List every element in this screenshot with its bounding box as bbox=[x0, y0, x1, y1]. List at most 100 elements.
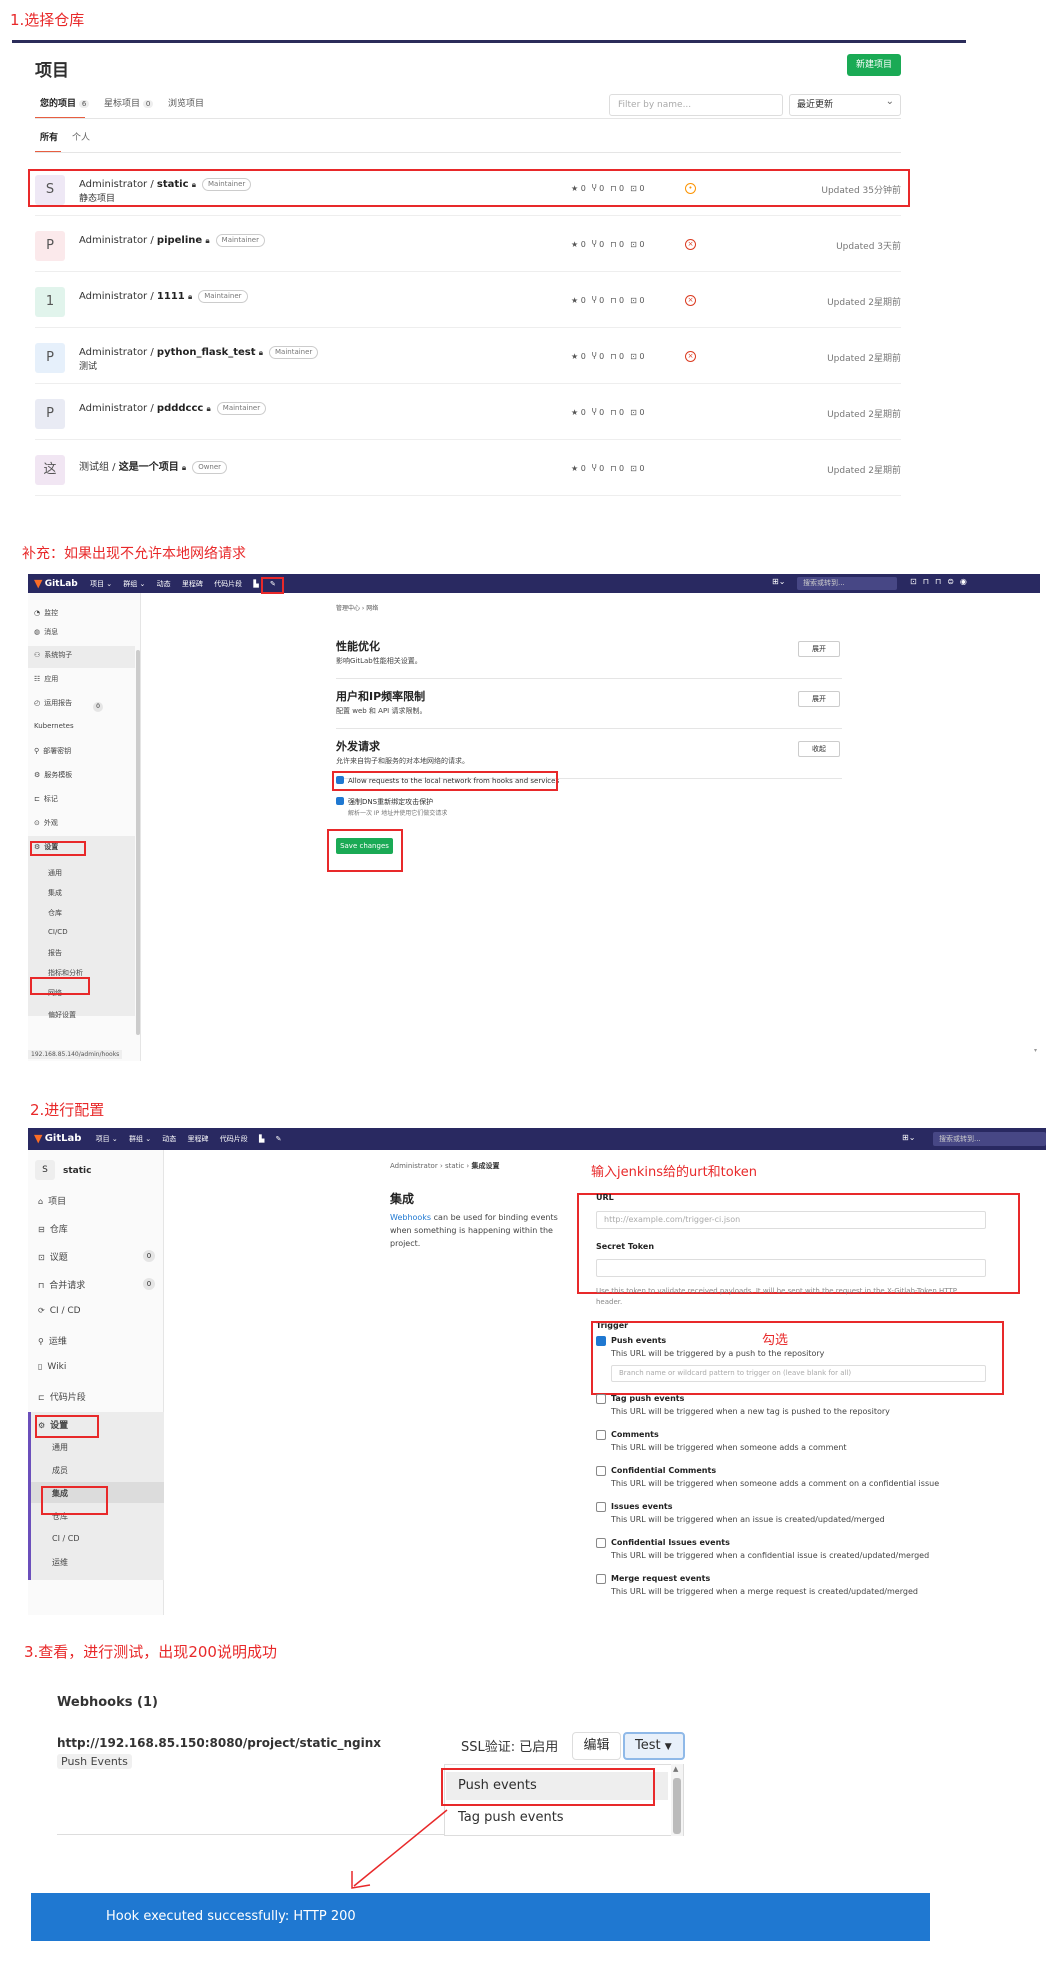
sidebar-item-18[interactable]: 偏好设置 bbox=[48, 1010, 76, 1020]
sidebar-item-2[interactable]: ⊡ 议题 bbox=[38, 1250, 68, 1263]
sidebar-item-9[interactable]: ⊙ 外观 bbox=[34, 818, 58, 828]
brand[interactable]: GitLab bbox=[45, 579, 78, 589]
plus-icon[interactable]: ⊞⌄ bbox=[902, 1133, 915, 1142]
chart-icon[interactable]: ▙ bbox=[253, 575, 258, 594]
sidebar-item-5[interactable]: ⚲ 运维 bbox=[38, 1334, 67, 1347]
admin-wrench-icon[interactable]: ✎ bbox=[276, 1128, 282, 1150]
project-name[interactable]: Administrator / python_flask_test 🔒︎ Main… bbox=[79, 346, 319, 359]
checkbox-icon[interactable] bbox=[336, 797, 344, 805]
star-icon[interactable]: ★ 0 bbox=[571, 352, 586, 361]
sidebar-item-14[interactable]: CI/CD bbox=[48, 928, 68, 936]
sidebar-item-7[interactable]: ⊏ 代码片段 bbox=[38, 1390, 86, 1403]
star-icon[interactable]: ★ 0 bbox=[571, 240, 586, 249]
scroll-down-arrow[interactable]: ▾ bbox=[1034, 1047, 1037, 1054]
trigger-checkbox[interactable] bbox=[596, 1502, 606, 1512]
issues-icon[interactable]: ⊡ 0 bbox=[630, 464, 644, 473]
pipeline-failed-icon[interactable]: × bbox=[685, 351, 696, 362]
section-toggle-button[interactable]: 展开 bbox=[798, 641, 840, 657]
project-row[interactable]: 这测试组 / 这是一个项目 🔒︎ Owner ★ 0Ⴤ 0 ⊓ 0 ⊡ 0 Updated… bbox=[35, 440, 901, 496]
new-project-button[interactable]: 新建项目 bbox=[847, 54, 901, 76]
section-toggle-button[interactable]: 收起 bbox=[798, 741, 840, 757]
menu-item-tag-push-events[interactable]: Tag push events bbox=[446, 1805, 564, 1831]
breadcrumb[interactable]: 管理中心 › 网络 bbox=[336, 603, 378, 612]
project-name[interactable]: 测试组 / 这是一个项目 🔒︎ Owner bbox=[79, 458, 228, 474]
sidebar-item-6[interactable]: ⚲ 部署密钥 bbox=[34, 746, 71, 756]
star-icon[interactable]: ★ 0 bbox=[571, 464, 586, 473]
project-name[interactable]: Administrator / pdddccc 🔒︎ Maintainer bbox=[79, 402, 267, 415]
brand[interactable]: GitLab bbox=[45, 1133, 82, 1144]
nav-groups[interactable]: 群组 ⌄ bbox=[129, 1128, 151, 1150]
fork-icon[interactable]: Ⴤ 0 bbox=[592, 296, 604, 305]
search-input[interactable]: 搜索或转到... bbox=[797, 577, 897, 590]
nav-activity[interactable]: 动态 bbox=[162, 1128, 176, 1150]
branch-filter-input[interactable]: Branch name or wildcard pattern to trigg… bbox=[611, 1365, 986, 1382]
pipeline-failed-icon[interactable]: × bbox=[685, 295, 696, 306]
merge-request-icon[interactable]: ⊓ 0 bbox=[610, 464, 624, 473]
sidebar-item-0[interactable]: ⌂ 项目 bbox=[38, 1194, 66, 1207]
nav-snippets[interactable]: 代码片段 bbox=[214, 575, 242, 594]
trigger-checkbox[interactable] bbox=[596, 1336, 606, 1346]
chart-icon[interactable]: ▙ bbox=[259, 1128, 264, 1150]
filter-input[interactable]: Filter by name... bbox=[609, 94, 783, 116]
test-button[interactable]: Test ▼ bbox=[623, 1732, 685, 1760]
sidebar-item-3[interactable]: ⊓ 合并请求 bbox=[38, 1278, 85, 1291]
header-icons[interactable]: ⊡⊓⊓⊜◉ bbox=[910, 577, 973, 586]
issues-icon[interactable]: ⊡ 0 bbox=[630, 240, 644, 249]
merge-request-icon[interactable]: ⊓ 0 bbox=[610, 296, 624, 305]
sidebar-item-6[interactable]: ▯ Wiki bbox=[38, 1362, 66, 1372]
nav-activity[interactable]: 动态 bbox=[157, 575, 171, 594]
project-name[interactable]: static bbox=[63, 1166, 91, 1176]
sidebar-item-11[interactable]: 通用 bbox=[48, 868, 62, 878]
sidebar-item-13[interactable]: 仓库 bbox=[48, 908, 62, 918]
nav-milestones[interactable]: 里程碑 bbox=[188, 1128, 209, 1150]
settings-sub-item-4[interactable]: CI / CD bbox=[52, 1534, 79, 1543]
sidebar-item-4[interactable]: ◴ 运用报告 bbox=[34, 698, 72, 708]
tab-your-projects[interactable]: 您的项目 6 bbox=[40, 96, 90, 109]
sidebar-item-4[interactable]: ⟳ CI / CD bbox=[38, 1306, 81, 1316]
merge-request-icon[interactable]: ⊓ 0 bbox=[610, 352, 624, 361]
sidebar-item-5[interactable]: Kubernetes bbox=[34, 722, 74, 730]
tab-explore-projects[interactable]: 浏览项目 bbox=[168, 96, 204, 109]
subtab-all[interactable]: 所有 bbox=[40, 130, 58, 143]
nav-projects[interactable]: 项目 ⌄ bbox=[96, 1128, 118, 1150]
project-row[interactable]: P Administrator / pdddccc 🔒︎ Maintainer ★ 0… bbox=[35, 384, 901, 440]
nav-milestones[interactable]: 里程碑 bbox=[182, 575, 203, 594]
issues-icon[interactable]: ⊡ 0 bbox=[630, 408, 644, 417]
scroll-up-arrow[interactable]: ▲ bbox=[673, 1765, 678, 1773]
issues-icon[interactable]: ⊡ 0 bbox=[630, 296, 644, 305]
sidebar-item-2[interactable]: ⚇ 系统钩子 bbox=[34, 650, 72, 660]
fork-icon[interactable]: Ⴤ 0 bbox=[592, 240, 604, 249]
settings-sub-item-5[interactable]: 运维 bbox=[52, 1557, 68, 1568]
tab-starred-projects[interactable]: 星标项目 0 bbox=[104, 96, 154, 109]
merge-request-icon[interactable]: ⊓ 0 bbox=[610, 240, 624, 249]
search-input[interactable]: 搜索或转到... bbox=[933, 1132, 1046, 1146]
subtab-personal[interactable]: 个人 bbox=[72, 130, 90, 143]
secret-token-input[interactable] bbox=[596, 1259, 986, 1277]
sidebar-item-7[interactable]: ⚙ 服务模板 bbox=[34, 770, 72, 780]
fork-icon[interactable]: Ⴤ 0 bbox=[592, 352, 604, 361]
settings-sub-item-1[interactable]: 成员 bbox=[52, 1465, 68, 1476]
sidebar-item-3[interactable]: ☷ 应用 bbox=[34, 674, 58, 684]
issues-icon[interactable]: ⊡ 0 bbox=[630, 352, 644, 361]
dropdown-scroll-thumb[interactable] bbox=[673, 1778, 681, 1834]
plus-icon[interactable]: ⊞⌄ bbox=[772, 577, 785, 586]
settings-sub-item-0[interactable]: 通用 bbox=[52, 1442, 68, 1453]
trigger-checkbox[interactable] bbox=[596, 1466, 606, 1476]
webhooks-link[interactable]: Webhooks bbox=[390, 1213, 431, 1222]
trigger-checkbox[interactable] bbox=[596, 1574, 606, 1584]
fork-icon[interactable]: Ⴤ 0 bbox=[592, 464, 604, 473]
project-name[interactable]: Administrator / pipeline 🔒︎ Maintainer bbox=[79, 234, 265, 247]
project-row[interactable]: P Administrator / python_flask_test 🔒︎ Mai… bbox=[35, 328, 901, 384]
fork-icon[interactable]: Ⴤ 0 bbox=[592, 408, 604, 417]
section-toggle-button[interactable]: 展开 bbox=[798, 691, 840, 707]
sidebar-item-0[interactable]: ◔ 监控 bbox=[34, 608, 58, 618]
project-row[interactable]: P Administrator / pipeline 🔒︎ Maintainer ★ … bbox=[35, 216, 901, 272]
dns-protect-checkbox[interactable]: 强制DNS重新绑定攻击保护 bbox=[336, 797, 433, 807]
sidebar-item-1[interactable]: ◍ 消息 bbox=[34, 627, 58, 637]
star-icon[interactable]: ★ 0 bbox=[571, 296, 586, 305]
url-input[interactable]: http://example.com/trigger-ci.json bbox=[596, 1211, 986, 1229]
project-name[interactable]: Administrator / 1111 🔒︎ Maintainer bbox=[79, 290, 248, 303]
sidebar-item-8[interactable]: ⊏ 标记 bbox=[34, 794, 58, 804]
merge-request-icon[interactable]: ⊓ 0 bbox=[610, 408, 624, 417]
pipeline-failed-icon[interactable]: × bbox=[685, 239, 696, 250]
